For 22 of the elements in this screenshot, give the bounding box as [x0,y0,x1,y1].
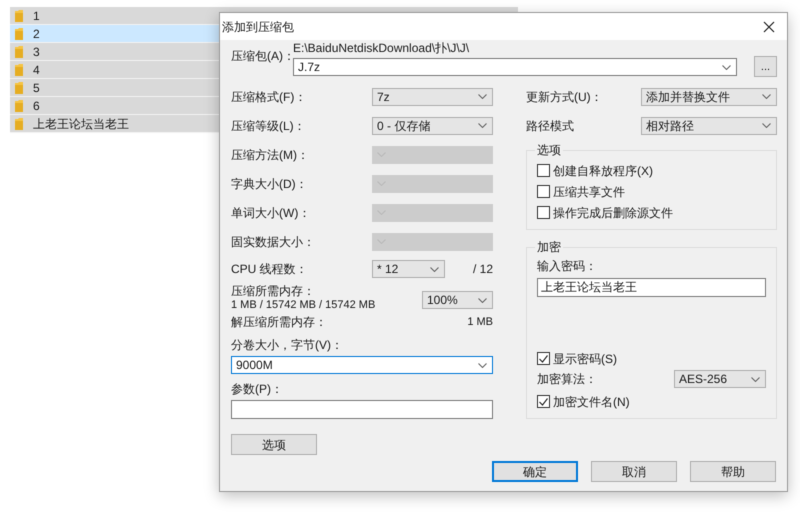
memory-usage: 1 MB / 15742 MB / 15742 MB [231,298,376,312]
field-label: 路径模式 [526,118,575,134]
field-label: 固实数据大小： [231,234,316,250]
field-label: 压缩方法(M)： [231,146,310,164]
field-label: 字典大小(D)： [231,176,309,192]
group-title: 选项 [536,142,562,158]
field-label: 输入密码： [537,258,598,274]
thread-total: / 12 [472,261,493,278]
field-label: CPU 线程数： [231,261,309,278]
field-label: 解压缩所需内存： [231,314,327,331]
window-title: 添加到压缩包 [222,18,294,36]
archive-path: E:\BaiduNetdiskDownload\扑\J\J\ [293,41,470,55]
field-label: 单词大小(W)： [231,204,312,222]
field-label: 压缩所需内存： [231,284,316,298]
field-label: 压缩格式(F)： [231,88,308,106]
field-label: 更新方式(U)： [526,88,604,106]
memory-value: 1 MB [467,314,493,330]
field-label: 压缩等级(L)： [231,118,307,134]
field-label: 加密算法： [537,371,598,388]
group-title: 加密 [536,239,562,255]
field-label: 参数(P)： [231,381,284,397]
field-label: 分卷大小，字节(V)： [231,337,344,353]
